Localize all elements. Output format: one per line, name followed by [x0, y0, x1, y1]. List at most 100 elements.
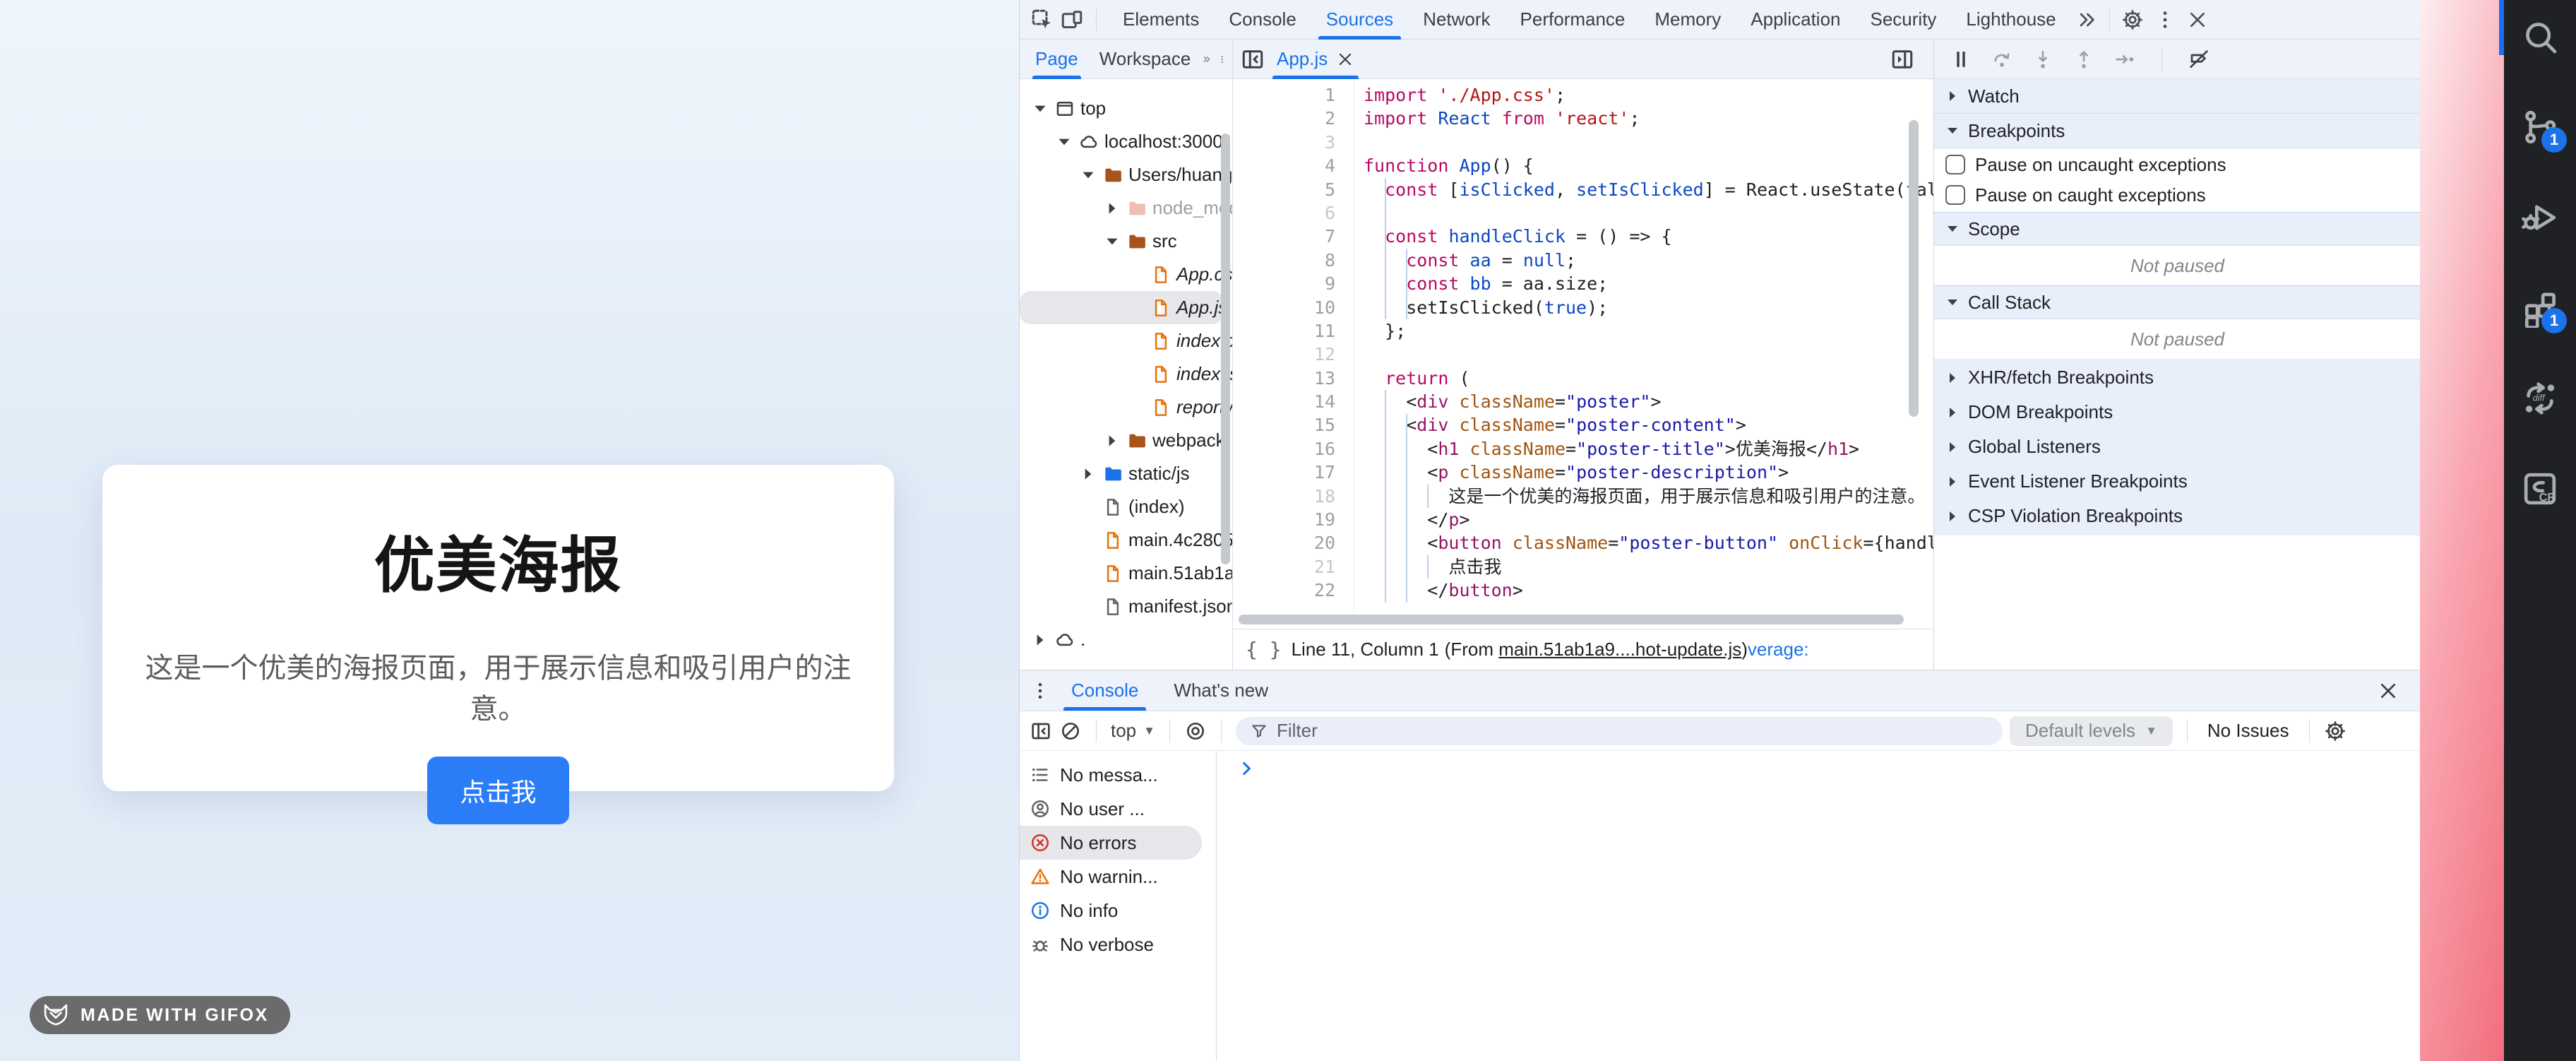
chevron-down-icon[interactable]	[1055, 133, 1073, 151]
line-number[interactable]: 9	[1233, 272, 1335, 295]
panel-left-icon[interactable]	[1240, 47, 1265, 72]
section-csp-violation-breakpoints[interactable]: CSP Violation Breakpoints	[1934, 499, 2421, 533]
code-area[interactable]: 12345678910111213141516171819202122 impo…	[1233, 79, 1933, 613]
log-levels-dropdown[interactable]: Default levels ▼	[2010, 716, 2173, 746]
coverage-link[interactable]: verage:	[1748, 639, 1809, 660]
line-number[interactable]: 14	[1233, 390, 1335, 413]
deactivate-breakpoints-icon[interactable]	[2188, 48, 2210, 71]
section-breakpoints[interactable]: Breakpoints	[1934, 114, 2421, 148]
eye-icon[interactable]	[1184, 720, 1207, 742]
section-xhr-fetch-breakpoints[interactable]: XHR/fetch Breakpoints	[1934, 360, 2421, 395]
line-number[interactable]: 4	[1233, 154, 1335, 177]
step-over-icon[interactable]	[1991, 48, 2013, 71]
tree-item-main.51ab1a9...[interactable]: main.51ab1a9...	[1020, 557, 1232, 590]
search-icon[interactable]	[2520, 17, 2560, 57]
line-number[interactable]: 7	[1233, 225, 1335, 248]
section-global-listeners[interactable]: Global Listeners	[1934, 429, 2421, 464]
line-number[interactable]: 19	[1233, 508, 1335, 531]
poster-button[interactable]: 点击我	[427, 757, 568, 824]
console-filter-input[interactable]: Filter	[1236, 717, 2003, 745]
editor-horizontal-scrollbar[interactable]	[1239, 615, 1904, 624]
tab-network[interactable]: Network	[1408, 0, 1505, 40]
chevron-down-icon[interactable]	[1079, 166, 1097, 184]
tree-item-webpack[interactable]: webpack	[1020, 424, 1232, 457]
code-line[interactable]: function App() {	[1364, 154, 1933, 177]
tree-scrollbar[interactable]	[1221, 134, 1230, 564]
section-call-stack[interactable]: Call Stack	[1934, 285, 2421, 319]
tab-console[interactable]: Console	[1214, 0, 1311, 40]
section-event-listener-breakpoints[interactable]: Event Listener Breakpoints	[1934, 464, 2421, 499]
line-number[interactable]: 18	[1233, 485, 1335, 508]
line-number[interactable]: 6	[1233, 201, 1335, 225]
line-number[interactable]: 10	[1233, 296, 1335, 319]
line-number[interactable]: 17	[1233, 461, 1335, 484]
tab-elements[interactable]: Elements	[1108, 0, 1214, 40]
line-number[interactable]: 8	[1233, 249, 1335, 272]
code-line[interactable]: setIsClicked(true);	[1364, 296, 1933, 319]
tree-item-app.css[interactable]: App.css	[1020, 258, 1232, 291]
tree-item-index.js[interactable]: index.js	[1020, 357, 1232, 391]
pause-on-caught-row[interactable]: Pause on caught exceptions	[1934, 180, 2421, 210]
chevron-right-icon[interactable]	[1031, 631, 1049, 649]
code-line[interactable]: const bb = aa.size;	[1364, 272, 1933, 295]
code-line[interactable]: const [isClicked, setIsClicked] = React.…	[1364, 178, 1933, 201]
code-line[interactable]: <h1 className="poster-title">优美海报</h1>	[1364, 437, 1933, 461]
step-out-icon[interactable]	[2073, 48, 2095, 71]
code-line[interactable]: <div className="poster-content">	[1364, 413, 1933, 437]
more-vertical-icon[interactable]	[2154, 8, 2176, 31]
line-number[interactable]: 3	[1233, 131, 1335, 154]
console-filter-no-info[interactable]: No info	[1020, 894, 1216, 927]
device-toolbar-icon[interactable]	[1059, 7, 1085, 32]
code-review-icon[interactable]: CR	[2520, 469, 2560, 509]
more-vertical-icon[interactable]	[1030, 680, 1051, 701]
chevron-double-right-icon[interactable]	[1202, 49, 1211, 70]
chevron-right-icon[interactable]	[1103, 199, 1121, 218]
chevron-right-icon[interactable]	[1079, 465, 1097, 483]
checkbox[interactable]	[1945, 155, 1965, 174]
code-line[interactable]: </p>	[1364, 508, 1933, 531]
tree-item--index-[interactable]: (index)	[1020, 490, 1232, 523]
tree-item-index.css[interactable]: index.css	[1020, 324, 1232, 357]
inspect-icon[interactable]	[1030, 7, 1055, 32]
code-line[interactable]: </button>	[1364, 579, 1933, 602]
tab-performance[interactable]: Performance	[1505, 0, 1640, 40]
console-filter-no-warnin-[interactable]: No warnin...	[1020, 860, 1216, 894]
console-filter-no-verbose[interactable]: No verbose	[1020, 927, 1216, 961]
line-number[interactable]: 1	[1233, 83, 1335, 107]
tab-console[interactable]: Console	[1056, 671, 1153, 711]
gifox-badge[interactable]: MADE WITH GIFOX	[30, 996, 290, 1034]
apps-grid-icon[interactable]: 1	[2520, 288, 2560, 328]
line-number[interactable]: 2	[1233, 107, 1335, 130]
settings-gear-icon[interactable]	[2324, 720, 2347, 742]
code-line[interactable]	[1364, 131, 1933, 154]
tree-item-app.js[interactable]: App.js	[1020, 291, 1224, 324]
tab-sources[interactable]: Sources	[1311, 0, 1408, 40]
tab-security[interactable]: Security	[1856, 0, 1952, 40]
workflow-icon[interactable]: 1	[2520, 107, 2560, 147]
tree-item-users-huang...[interactable]: Users/huang...	[1020, 158, 1232, 191]
line-number[interactable]: 22	[1233, 579, 1335, 602]
code-line[interactable]: 这是一个优美的海报页面，用于展示信息和吸引用户的注意。	[1364, 485, 1933, 508]
step-icon[interactable]	[2113, 48, 2136, 71]
clear-console-icon[interactable]	[1059, 720, 1082, 742]
checkbox[interactable]	[1945, 185, 1965, 205]
step-into-icon[interactable]	[2032, 48, 2054, 71]
code-line[interactable]: import React from 'react';	[1364, 107, 1933, 130]
console-messages-area[interactable]	[1217, 751, 2421, 1061]
tab-whats-new[interactable]: What's new	[1159, 671, 1283, 711]
tab-memory[interactable]: Memory	[1640, 0, 1736, 40]
tree-item-localhost-3000[interactable]: localhost:3000	[1020, 125, 1232, 158]
tree-item-static-js[interactable]: static/js	[1020, 457, 1232, 490]
tab-lighthouse[interactable]: Lighthouse	[1951, 0, 2070, 40]
no-issues-label[interactable]: No Issues	[2202, 720, 2295, 742]
debug-play-icon[interactable]	[2520, 198, 2560, 237]
chevron-right-icon[interactable]	[1103, 432, 1121, 450]
line-number[interactable]: 16	[1233, 437, 1335, 461]
pause-on-uncaught-row[interactable]: Pause on uncaught exceptions	[1934, 150, 2421, 179]
editor-vertical-scrollbar[interactable]	[1909, 120, 1919, 417]
tree-item-src[interactable]: src	[1020, 225, 1232, 258]
code-line[interactable]	[1364, 201, 1933, 225]
tab-application[interactable]: Application	[1736, 0, 1855, 40]
code-line[interactable]: };	[1364, 319, 1933, 343]
diff-sync-icon[interactable]: diff	[2520, 379, 2560, 418]
